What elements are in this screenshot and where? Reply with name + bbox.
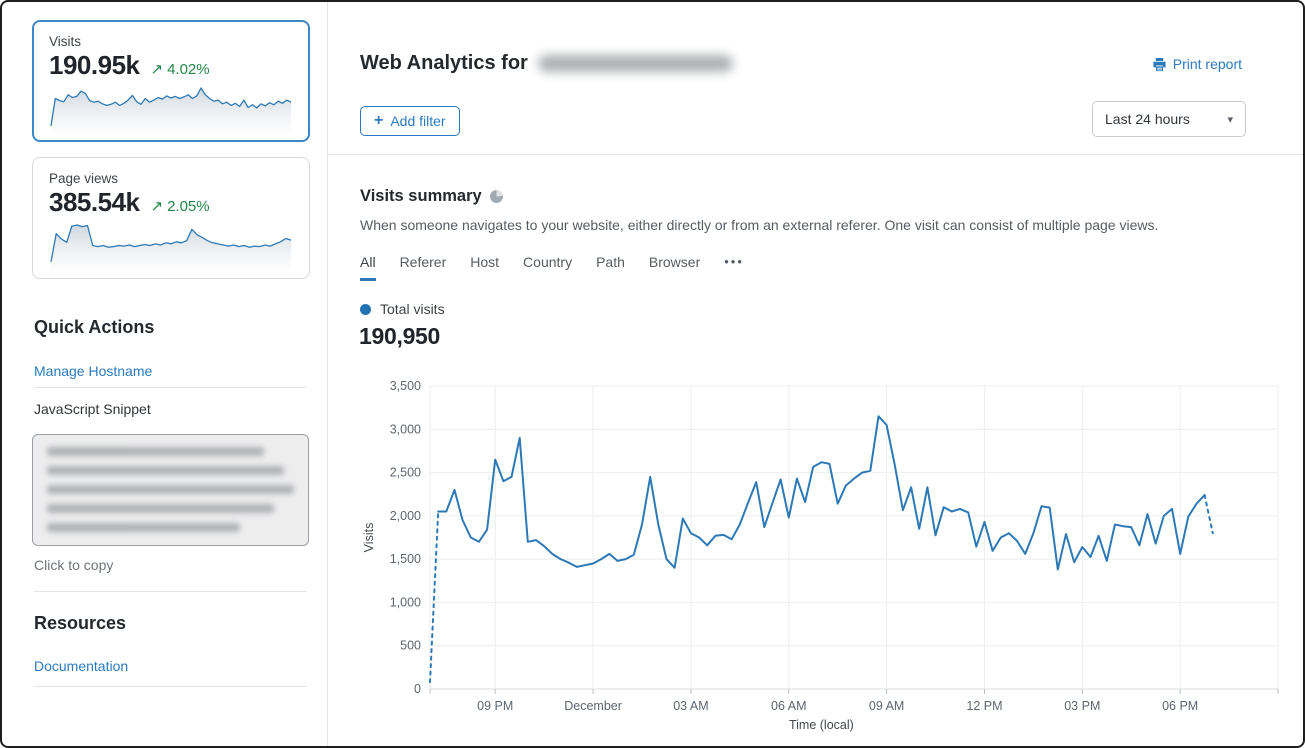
javascript-snippet-label: JavaScript Snippet [34, 401, 151, 417]
divider [34, 387, 307, 388]
metric-card-page-views[interactable]: Page views 385.54k ↗ 2.05% [32, 157, 310, 279]
svg-text:03 PM: 03 PM [1064, 699, 1100, 713]
svg-text:09 PM: 09 PM [477, 699, 513, 713]
svg-text:Time (local): Time (local) [789, 718, 854, 732]
chevron-down-icon: ▾ [1227, 113, 1233, 126]
svg-text:06 AM: 06 AM [771, 699, 806, 713]
metric-value: 385.54k [49, 187, 139, 218]
tab-path[interactable]: Path [596, 254, 625, 281]
trend-up-icon: ↗ [150, 60, 163, 78]
tab-overflow-menu[interactable]: ••• [724, 254, 744, 281]
svg-text:03 AM: 03 AM [673, 699, 708, 713]
metric-delta: ↗ 2.05% [150, 197, 209, 215]
svg-text:2,000: 2,000 [390, 509, 421, 523]
chart-legend: Total visits [360, 301, 445, 317]
svg-text:2,500: 2,500 [390, 466, 421, 480]
documentation-link[interactable]: Documentation [34, 658, 128, 674]
svg-text:12 PM: 12 PM [966, 699, 1002, 713]
quick-actions-title: Quick Actions [34, 317, 154, 338]
divider [34, 686, 307, 687]
page-title: Web Analytics for [360, 52, 733, 75]
legend-dot-icon [360, 304, 371, 315]
svg-text:3,500: 3,500 [390, 379, 421, 393]
svg-text:December: December [564, 699, 622, 713]
metric-delta: ↗ 4.02% [150, 60, 209, 78]
svg-text:Visits: Visits [362, 523, 376, 553]
metric-value: 190.95k [49, 50, 139, 81]
manage-hostname-link[interactable]: Manage Hostname [34, 363, 152, 379]
svg-text:1,500: 1,500 [390, 552, 421, 566]
printer-icon [1152, 57, 1167, 72]
redacted-domain [538, 55, 733, 72]
redacted-code-line [47, 466, 284, 475]
visits-sparkline [49, 84, 293, 133]
legend-label: Total visits [380, 301, 445, 317]
svg-text:500: 500 [400, 639, 421, 653]
sidebar-divider [327, 2, 328, 746]
redacted-code-line [47, 504, 274, 513]
visits-chart: 0 500 1,000 1,500 2,000 2,500 3,000 3,500 09 PM D… [358, 372, 1288, 736]
svg-text:0: 0 [414, 682, 421, 696]
tab-all[interactable]: All [360, 254, 376, 281]
tab-browser[interactable]: Browser [649, 254, 700, 281]
click-to-copy-hint: Click to copy [34, 557, 113, 573]
trend-up-icon: ↗ [150, 197, 163, 215]
add-filter-button[interactable]: + Add filter [360, 106, 460, 136]
redacted-code-line [47, 485, 294, 494]
visits-summary-title: Visits summary [360, 187, 503, 206]
svg-text:3,000: 3,000 [390, 422, 421, 436]
redacted-code-line [47, 447, 264, 456]
resources-title: Resources [34, 613, 126, 634]
metric-card-visits[interactable]: Visits 190.95k ↗ 4.02% [32, 20, 310, 142]
time-range-value: Last 24 hours [1105, 111, 1190, 127]
tab-host[interactable]: Host [470, 254, 499, 281]
total-visits-value: 190,950 [359, 323, 440, 350]
code-snippet-box[interactable] [32, 434, 309, 546]
time-range-select[interactable]: Last 24 hours ▾ [1092, 101, 1246, 137]
pie-chart-icon [490, 190, 503, 203]
divider [34, 591, 307, 592]
plus-icon: + [374, 113, 383, 129]
svg-text:1,000: 1,000 [390, 595, 421, 609]
metric-label: Page views [49, 171, 293, 186]
page-views-sparkline [49, 221, 293, 270]
tab-country[interactable]: Country [523, 254, 572, 281]
visits-summary-description: When someone navigates to your website, … [360, 217, 1158, 233]
print-report-button[interactable]: Print report [1152, 56, 1242, 72]
svg-text:09 AM: 09 AM [869, 699, 904, 713]
metric-label: Visits [49, 34, 293, 49]
svg-text:06 PM: 06 PM [1162, 699, 1198, 713]
header-divider [328, 154, 1303, 155]
web-analytics-page: Visits 190.95k ↗ 4.02% Page views 385.54… [0, 0, 1305, 748]
summary-tabs: All Referer Host Country Path Browser ••… [360, 254, 744, 281]
redacted-code-line [47, 523, 240, 532]
tab-referer[interactable]: Referer [400, 254, 447, 281]
